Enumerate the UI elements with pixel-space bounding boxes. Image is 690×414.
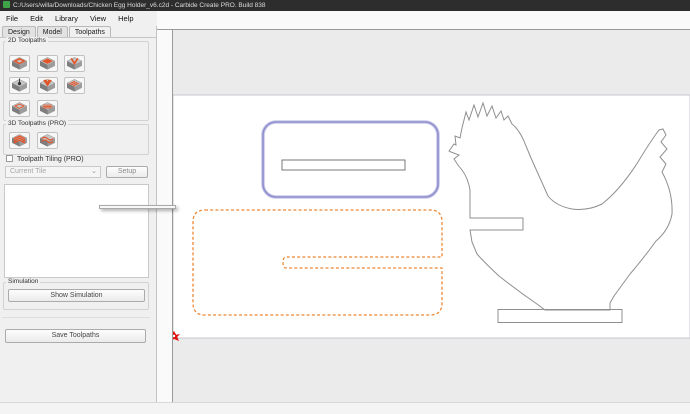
menu-view[interactable]: View [84, 11, 112, 26]
group-2d-toolpaths [3, 41, 149, 121]
toolpath-side-panel: DesignModelToolpaths 2D Toolpaths 3D Too… [0, 26, 157, 402]
group-3d-toolpaths [3, 124, 149, 155]
menu-edit[interactable]: Edit [24, 11, 49, 26]
group-simulation: Show Simulation [3, 282, 149, 310]
finish-3d-toolpath-icon[interactable] [37, 132, 58, 149]
texture-toolpath-icon[interactable] [64, 77, 85, 94]
setup-button[interactable]: Setup [106, 166, 148, 178]
pocket-toolpath-icon[interactable] [37, 55, 58, 72]
current-tile-value: Current Tile [10, 168, 46, 175]
chevron-down-icon: ⌄ [91, 167, 97, 177]
group-3d-title: 3D Toolpaths (PRO) [6, 120, 68, 127]
panel-divider [2, 317, 150, 318]
window-title: C:/Users/willa/Downloads/Chicken Egg Hol… [13, 2, 266, 9]
show-simulation-button[interactable]: Show Simulation [8, 289, 145, 302]
toolpath-context-menu [99, 205, 176, 209]
simulation-title: Simulation [6, 278, 40, 285]
menu-library[interactable]: Library [49, 11, 84, 26]
app-icon [3, 1, 10, 8]
bottom-scrollbar-area[interactable] [0, 402, 690, 414]
toolpath-tiling-label: Toolpath Tiling (PRO) [17, 156, 84, 163]
drill-toolpath-icon[interactable] [9, 77, 30, 94]
toolpath-tree[interactable] [4, 184, 149, 278]
rough-3d-toolpath-icon[interactable] [9, 132, 30, 149]
advanced-vcarve-toolpath-icon[interactable] [37, 77, 58, 94]
menu-file[interactable]: File [0, 11, 24, 26]
application-window: C:/Users/willa/Downloads/Chicken Egg Hol… [0, 0, 690, 414]
vcarve-toolpath-icon[interactable] [64, 55, 85, 72]
group-2d-title: 2D Toolpaths [6, 37, 48, 44]
save-toolpaths-button[interactable]: Save Toolpaths [5, 329, 146, 343]
engrave-toolpath-icon[interactable] [9, 100, 30, 117]
title-bar: C:/Users/willa/Downloads/Chicken Egg Hol… [0, 0, 690, 11]
vertical-ruler [157, 30, 173, 402]
menu-help[interactable]: Help [112, 11, 139, 26]
toolpath-tiling-checkbox[interactable] [6, 155, 13, 162]
keyhole-toolpath-icon[interactable] [37, 100, 58, 117]
horizontal-ruler [157, 11, 690, 30]
menu-bar: FileEditLibraryViewHelp [0, 11, 157, 26]
contour-toolpath-icon[interactable] [9, 55, 30, 72]
design-canvas[interactable] [173, 30, 690, 402]
stock-area [173, 95, 690, 338]
current-tile-dropdown[interactable]: Current Tile ⌄ [5, 166, 101, 178]
toolpath-tiling-row: Toolpath Tiling (PRO) [6, 155, 84, 163]
